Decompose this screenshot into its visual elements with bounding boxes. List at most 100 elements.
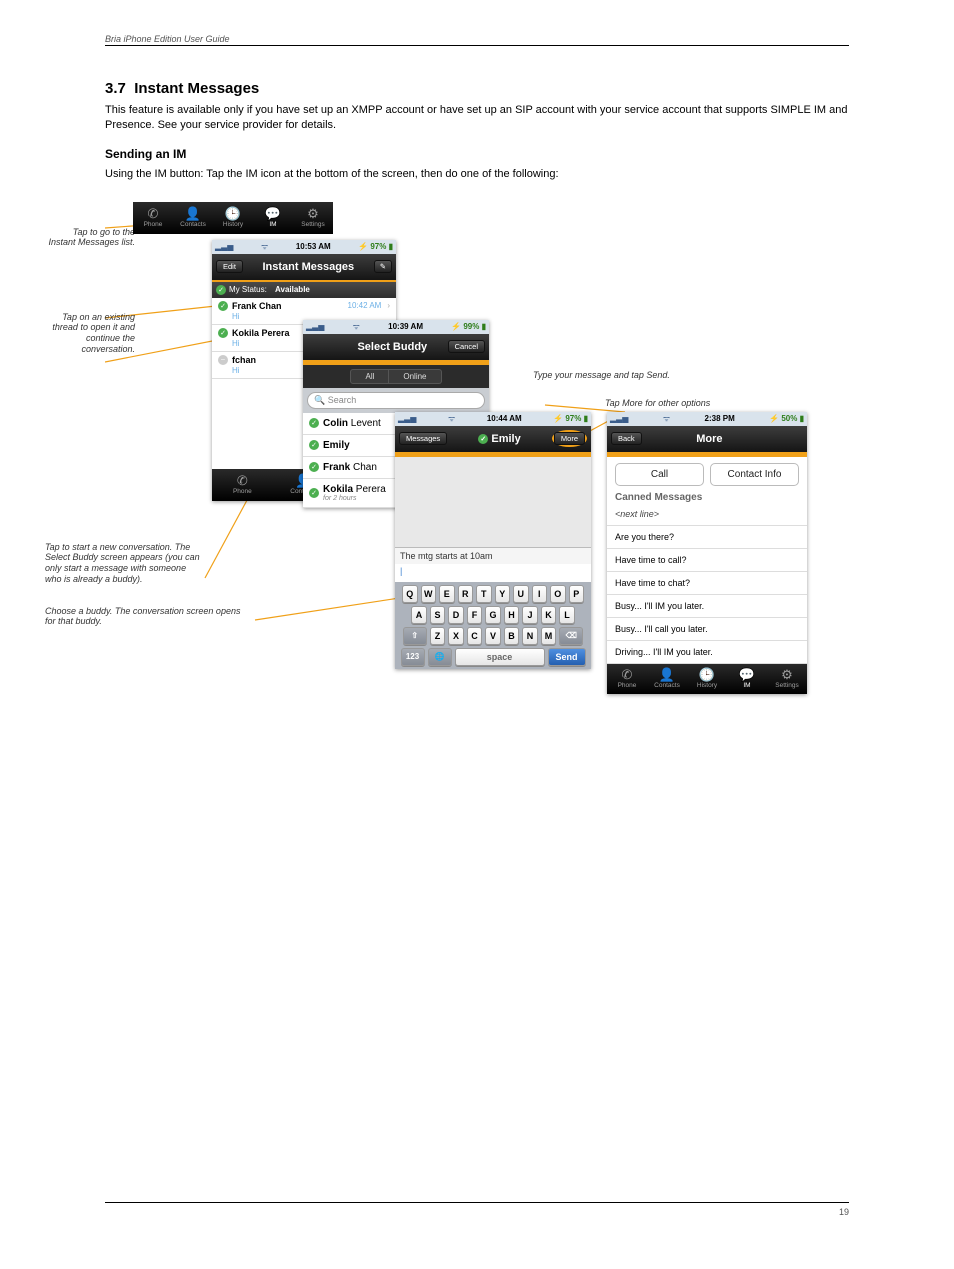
cancel-button[interactable]: Cancel: [448, 340, 485, 354]
key-q[interactable]: Q: [402, 585, 418, 603]
segment-control: All Online: [303, 365, 489, 388]
key-g[interactable]: G: [485, 606, 501, 624]
key-k[interactable]: K: [541, 606, 557, 624]
tab-phone[interactable]: ✆Phone: [212, 469, 273, 501]
signal-icon: ▂▃▅: [610, 414, 628, 423]
key-f[interactable]: F: [467, 606, 483, 624]
gear-icon: ⚙: [307, 207, 319, 220]
chevron-right-icon: ›: [387, 301, 390, 310]
send-button[interactable]: Send: [548, 648, 586, 666]
battery-icon: ⚡ 99% ▮: [451, 322, 486, 331]
key-u[interactable]: U: [513, 585, 529, 603]
key-b[interactable]: B: [504, 627, 520, 645]
tab-contacts[interactable]: 👤Contacts: [647, 664, 687, 694]
call-button[interactable]: Call: [615, 463, 704, 486]
presence-icon: ✓: [309, 418, 319, 428]
canned-message-row[interactable]: Driving... I'll IM you later.: [607, 641, 807, 664]
canned-message-row[interactable]: <next line>: [607, 503, 807, 526]
search-input[interactable]: 🔍 Search: [307, 392, 485, 409]
space-key[interactable]: space: [455, 648, 545, 666]
phone-icon: ✆: [148, 207, 159, 220]
tab-history[interactable]: 🕒History: [687, 664, 727, 694]
key-m[interactable]: M: [541, 627, 557, 645]
signal-icon: ▂▃▅: [215, 242, 233, 251]
conversation-title: ✓Emily: [447, 433, 552, 445]
phone-icon: ✆: [237, 474, 248, 487]
key-c[interactable]: C: [467, 627, 483, 645]
key-n[interactable]: N: [522, 627, 538, 645]
canned-message-row[interactable]: Busy... I'll IM you later.: [607, 595, 807, 618]
intro-paragraph: This feature is available only if you ha…: [105, 103, 849, 133]
my-status-row[interactable]: ✓ My Status: Available: [212, 282, 396, 298]
nav-bar: Messages ✓Emily More: [395, 426, 591, 454]
globe-key[interactable]: 🌐: [428, 648, 452, 666]
gear-icon: ⚙: [781, 668, 793, 681]
key-x[interactable]: X: [448, 627, 464, 645]
callout-im-tab: Tap to go to the Instant Messages list.: [45, 227, 135, 249]
key-h[interactable]: H: [504, 606, 520, 624]
contact-info-button[interactable]: Contact Info: [710, 463, 799, 486]
edit-button[interactable]: Edit: [216, 260, 243, 274]
segment-all[interactable]: All: [350, 369, 389, 384]
key-i[interactable]: I: [532, 585, 548, 603]
key-o[interactable]: O: [550, 585, 566, 603]
key-l[interactable]: L: [559, 606, 575, 624]
numeric-key[interactable]: 123: [401, 648, 425, 666]
tab-contacts[interactable]: 👤Contacts: [173, 202, 213, 234]
chat-icon: 💬: [265, 207, 281, 220]
header-left: Bria iPhone Edition User Guide: [105, 34, 230, 45]
canned-message-row[interactable]: Are you there?: [607, 526, 807, 549]
action-buttons-row: Call Contact Info: [607, 457, 807, 490]
canned-message-row[interactable]: Have time to call?: [607, 549, 807, 572]
status-bar: ▂▃▅ ᯤ 10:44 AM ⚡ 97% ▮: [395, 412, 591, 426]
message-draft-display: The mtg starts at 10am: [395, 547, 591, 564]
battery-icon: ⚡ 50% ▮: [769, 414, 804, 423]
chat-icon: 💬: [739, 668, 755, 681]
tab-phone[interactable]: ✆Phone: [607, 664, 647, 694]
text-cursor[interactable]: |: [395, 564, 591, 582]
key-v[interactable]: V: [485, 627, 501, 645]
status-bar: ▂▃▅ ᯤ 10:53 AM ⚡ 97% ▮: [212, 240, 396, 254]
segment-online[interactable]: Online: [389, 369, 441, 384]
key-p[interactable]: P: [569, 585, 585, 603]
canned-message-row[interactable]: Busy... I'll call you later.: [607, 618, 807, 641]
battery-icon: ⚡ 97% ▮: [553, 414, 588, 423]
key-s[interactable]: S: [430, 606, 446, 624]
key-r[interactable]: R: [458, 585, 474, 603]
tab-im[interactable]: 💬IM: [253, 202, 293, 234]
tab-settings[interactable]: ⚙Settings: [767, 664, 807, 694]
key-t[interactable]: T: [476, 585, 492, 603]
canned-message-row[interactable]: Have time to chat?: [607, 572, 807, 595]
compose-button[interactable]: ✎: [374, 260, 392, 274]
clock-icon: 🕒: [699, 668, 715, 681]
messages-back-button[interactable]: Messages: [399, 432, 447, 446]
backspace-key[interactable]: ⌫: [559, 627, 583, 645]
more-button[interactable]: More: [554, 432, 585, 446]
more-circle-annotation: More: [552, 430, 587, 448]
presence-icon: ✓: [218, 328, 228, 338]
key-d[interactable]: D: [448, 606, 464, 624]
keyboard-row: ⇧ ZXCVBNM ⌫: [398, 627, 588, 645]
shift-key[interactable]: ⇧: [403, 627, 427, 645]
back-button[interactable]: Back: [611, 432, 642, 446]
tab-settings[interactable]: ⚙Settings: [293, 202, 333, 234]
key-e[interactable]: E: [439, 585, 455, 603]
presence-icon: ✓: [309, 462, 319, 472]
search-bar: 🔍 Search: [303, 388, 489, 413]
tab-history[interactable]: 🕒History: [213, 202, 253, 234]
callout-new-convo: Tap to start a new conversation. The Sel…: [45, 542, 203, 585]
key-y[interactable]: Y: [495, 585, 511, 603]
keyboard: QWERTYUIOP ASDFGHJKL ⇧ ZXCVBNM ⌫ 123 🌐 s…: [395, 582, 591, 669]
key-a[interactable]: A: [411, 606, 427, 624]
instruction-paragraph: Using the IM button: Tap the IM icon at …: [105, 167, 849, 182]
key-w[interactable]: W: [421, 585, 437, 603]
tab-phone[interactable]: ✆Phone: [133, 202, 173, 234]
keyboard-row: ASDFGHJKL: [398, 606, 588, 624]
person-icon: 👤: [185, 207, 201, 220]
page-footer: 19: [105, 1202, 849, 1217]
tab-im[interactable]: 💬IM: [727, 664, 767, 694]
person-icon: 👤: [659, 668, 675, 681]
key-z[interactable]: Z: [430, 627, 446, 645]
key-j[interactable]: J: [522, 606, 538, 624]
screenshot-diagram: Tap to go to the Instant Messages list. …: [105, 202, 849, 762]
